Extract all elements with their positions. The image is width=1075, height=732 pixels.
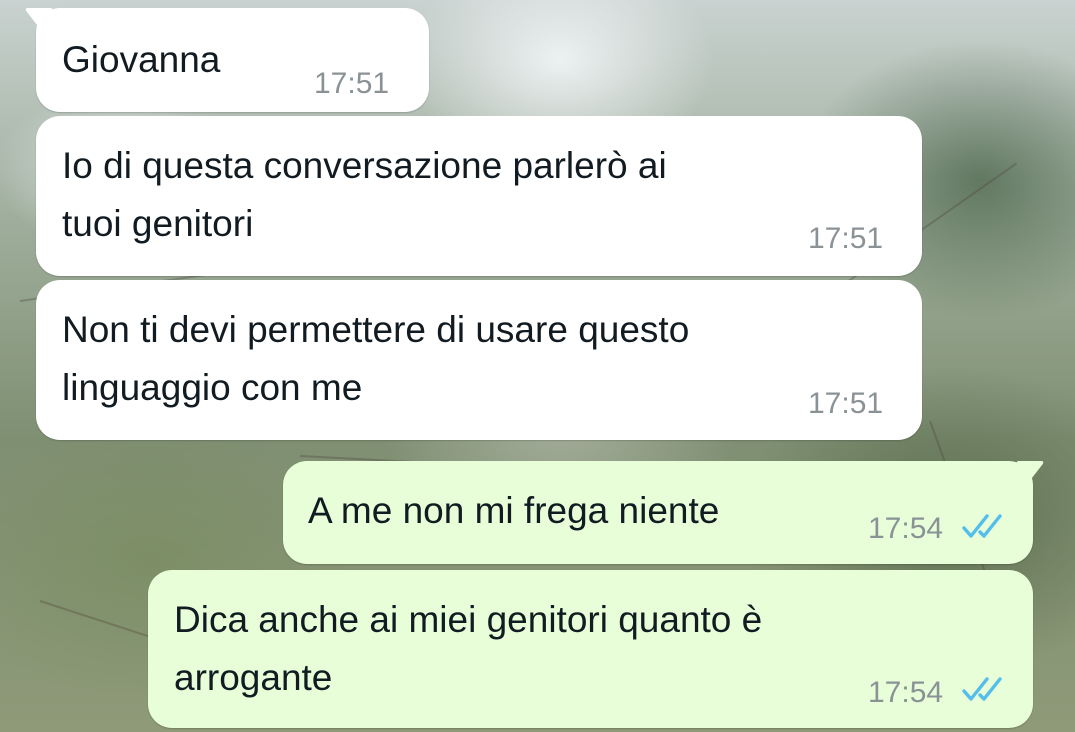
outgoing-message-bubble[interactable]: A me non mi frega niente 17:54	[283, 461, 1044, 564]
incoming-message-bubble[interactable]: Io di questa conversazione parlerò ai tu…	[36, 116, 922, 276]
sender-name-bubble[interactable]: Giovanna 17:51	[25, 8, 429, 112]
bubble-tail-icon	[1017, 461, 1044, 487]
message-timestamp: 17:54	[868, 512, 944, 545]
incoming-message-bubble[interactable]: Non ti devi permettere di usare questo l…	[36, 280, 922, 440]
message-text-line: Io di questa conversazione parlerò ai	[62, 145, 667, 186]
message-text-line: tuoi genitori	[62, 203, 254, 244]
message-timestamp: 17:51	[808, 222, 884, 255]
message-text-line: Non ti devi permettere di usare questo	[62, 309, 690, 350]
double-check-read-icon	[962, 677, 1002, 701]
message-timestamp: 17:54	[868, 676, 944, 709]
outgoing-message-bubble[interactable]: Dica anche ai miei genitori quanto è arr…	[148, 570, 1033, 728]
bubble-tail-icon	[25, 8, 52, 34]
message-text-line: Dica anche ai miei genitori quanto è	[174, 599, 763, 640]
sender-name: Giovanna	[62, 39, 221, 80]
message-timestamp: 17:51	[808, 387, 884, 420]
double-check-read-icon	[962, 514, 1002, 538]
message-timestamp: 17:51	[314, 67, 390, 100]
message-text-line: arrogante	[174, 657, 333, 698]
message-text: A me non mi frega niente	[308, 490, 720, 531]
message-text-line: linguaggio con me	[62, 367, 363, 408]
